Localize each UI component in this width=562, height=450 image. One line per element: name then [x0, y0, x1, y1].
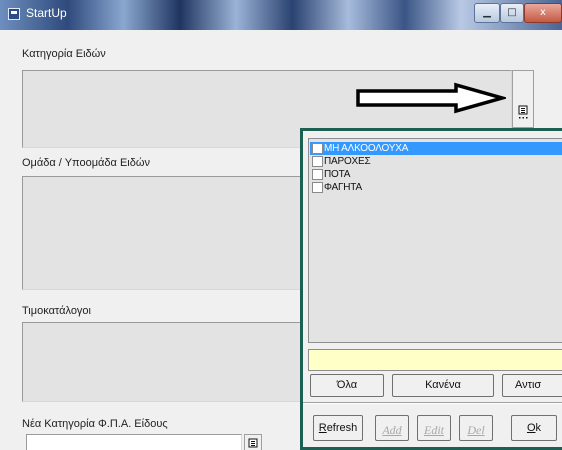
startup-window: StartUp ▁ □ x Κατηγορία Ειδών Ομάδα / Υπ…	[0, 0, 562, 450]
refresh-label: efresh	[326, 422, 358, 434]
item-group-label: Ομάδα / Υποομάδα Ειδών	[22, 157, 150, 169]
edit-button: Edit	[417, 415, 451, 441]
price-lists-box[interactable]	[22, 322, 302, 402]
item-category-label: Κατηγορία Ειδών	[22, 48, 106, 60]
button-separator	[303, 402, 562, 404]
item-group-box[interactable]	[22, 176, 302, 290]
invert-selection-button[interactable]: Αντισ	[502, 374, 562, 397]
edit-label: Edit	[424, 423, 444, 437]
item-checkbox[interactable]	[312, 156, 323, 167]
window-title: StartUp	[26, 6, 67, 20]
refresh-hotkey: R	[318, 422, 327, 434]
ok-button[interactable]: Ok	[511, 415, 557, 441]
list-item[interactable]: ΠΟΤΑ	[310, 168, 562, 181]
title-bar[interactable]: StartUp ▁ □ x	[0, 0, 562, 30]
select-all-button[interactable]: Όλα	[310, 374, 384, 397]
list-icon	[518, 105, 528, 119]
list-item[interactable]: ΜΗ ΑΛΚΟΟΛΟΥΧΑ	[310, 142, 562, 155]
app-icon	[8, 8, 20, 20]
item-checkbox[interactable]	[312, 182, 323, 193]
delete-button: Del	[459, 415, 493, 441]
list-item-label: ΜΗ ΑΛΚΟΟΛΟΥΧΑ	[324, 143, 409, 154]
select-none-button[interactable]: Κανένα	[392, 374, 494, 397]
list-item-label: ΠΟΤΑ	[324, 169, 351, 180]
price-lists-label: Τιμοκατάλογοι	[22, 305, 91, 317]
vat-category-picker-button[interactable]	[244, 434, 262, 450]
refresh-button[interactable]: Refresh	[313, 415, 363, 441]
delete-label: Del	[467, 423, 485, 437]
list-item-label: ΠΑΡΟΧΕΣ	[324, 156, 371, 167]
add-label: Add	[382, 423, 402, 437]
category-checklist[interactable]: ΜΗ ΑΛΚΟΟΛΟΥΧΑ ΠΑΡΟΧΕΣ ΠΟΤΑ ΦΑΓΗΤΑ	[308, 138, 562, 343]
minimize-button[interactable]: ▁	[474, 3, 500, 23]
list-icon	[248, 438, 258, 448]
list-item[interactable]: ΦΑΓΗΤΑ	[310, 181, 562, 194]
category-selection-popup: ΜΗ ΑΛΚΟΟΛΟΥΧΑ ΠΑΡΟΧΕΣ ΠΟΤΑ ΦΑΓΗΤΑ Όλα Κα…	[300, 128, 562, 450]
close-button[interactable]: x	[524, 3, 562, 23]
list-item[interactable]: ΠΑΡΟΧΕΣ	[310, 155, 562, 168]
vat-category-input[interactable]	[26, 434, 242, 450]
vat-category-label: Νέα Κατηγορία Φ.Π.Α. Είδους	[22, 418, 168, 430]
item-checkbox[interactable]	[312, 143, 323, 154]
filter-input[interactable]	[308, 349, 562, 371]
item-category-picker-button[interactable]	[512, 70, 534, 128]
ok-hotkey: O	[526, 422, 536, 434]
arrow-annotation-icon	[356, 82, 506, 114]
list-item-label: ΦΑΓΗΤΑ	[324, 182, 362, 193]
ok-label: k	[535, 422, 542, 434]
item-checkbox[interactable]	[312, 169, 323, 180]
add-button: Add	[375, 415, 409, 441]
maximize-button[interactable]: □	[500, 3, 524, 23]
